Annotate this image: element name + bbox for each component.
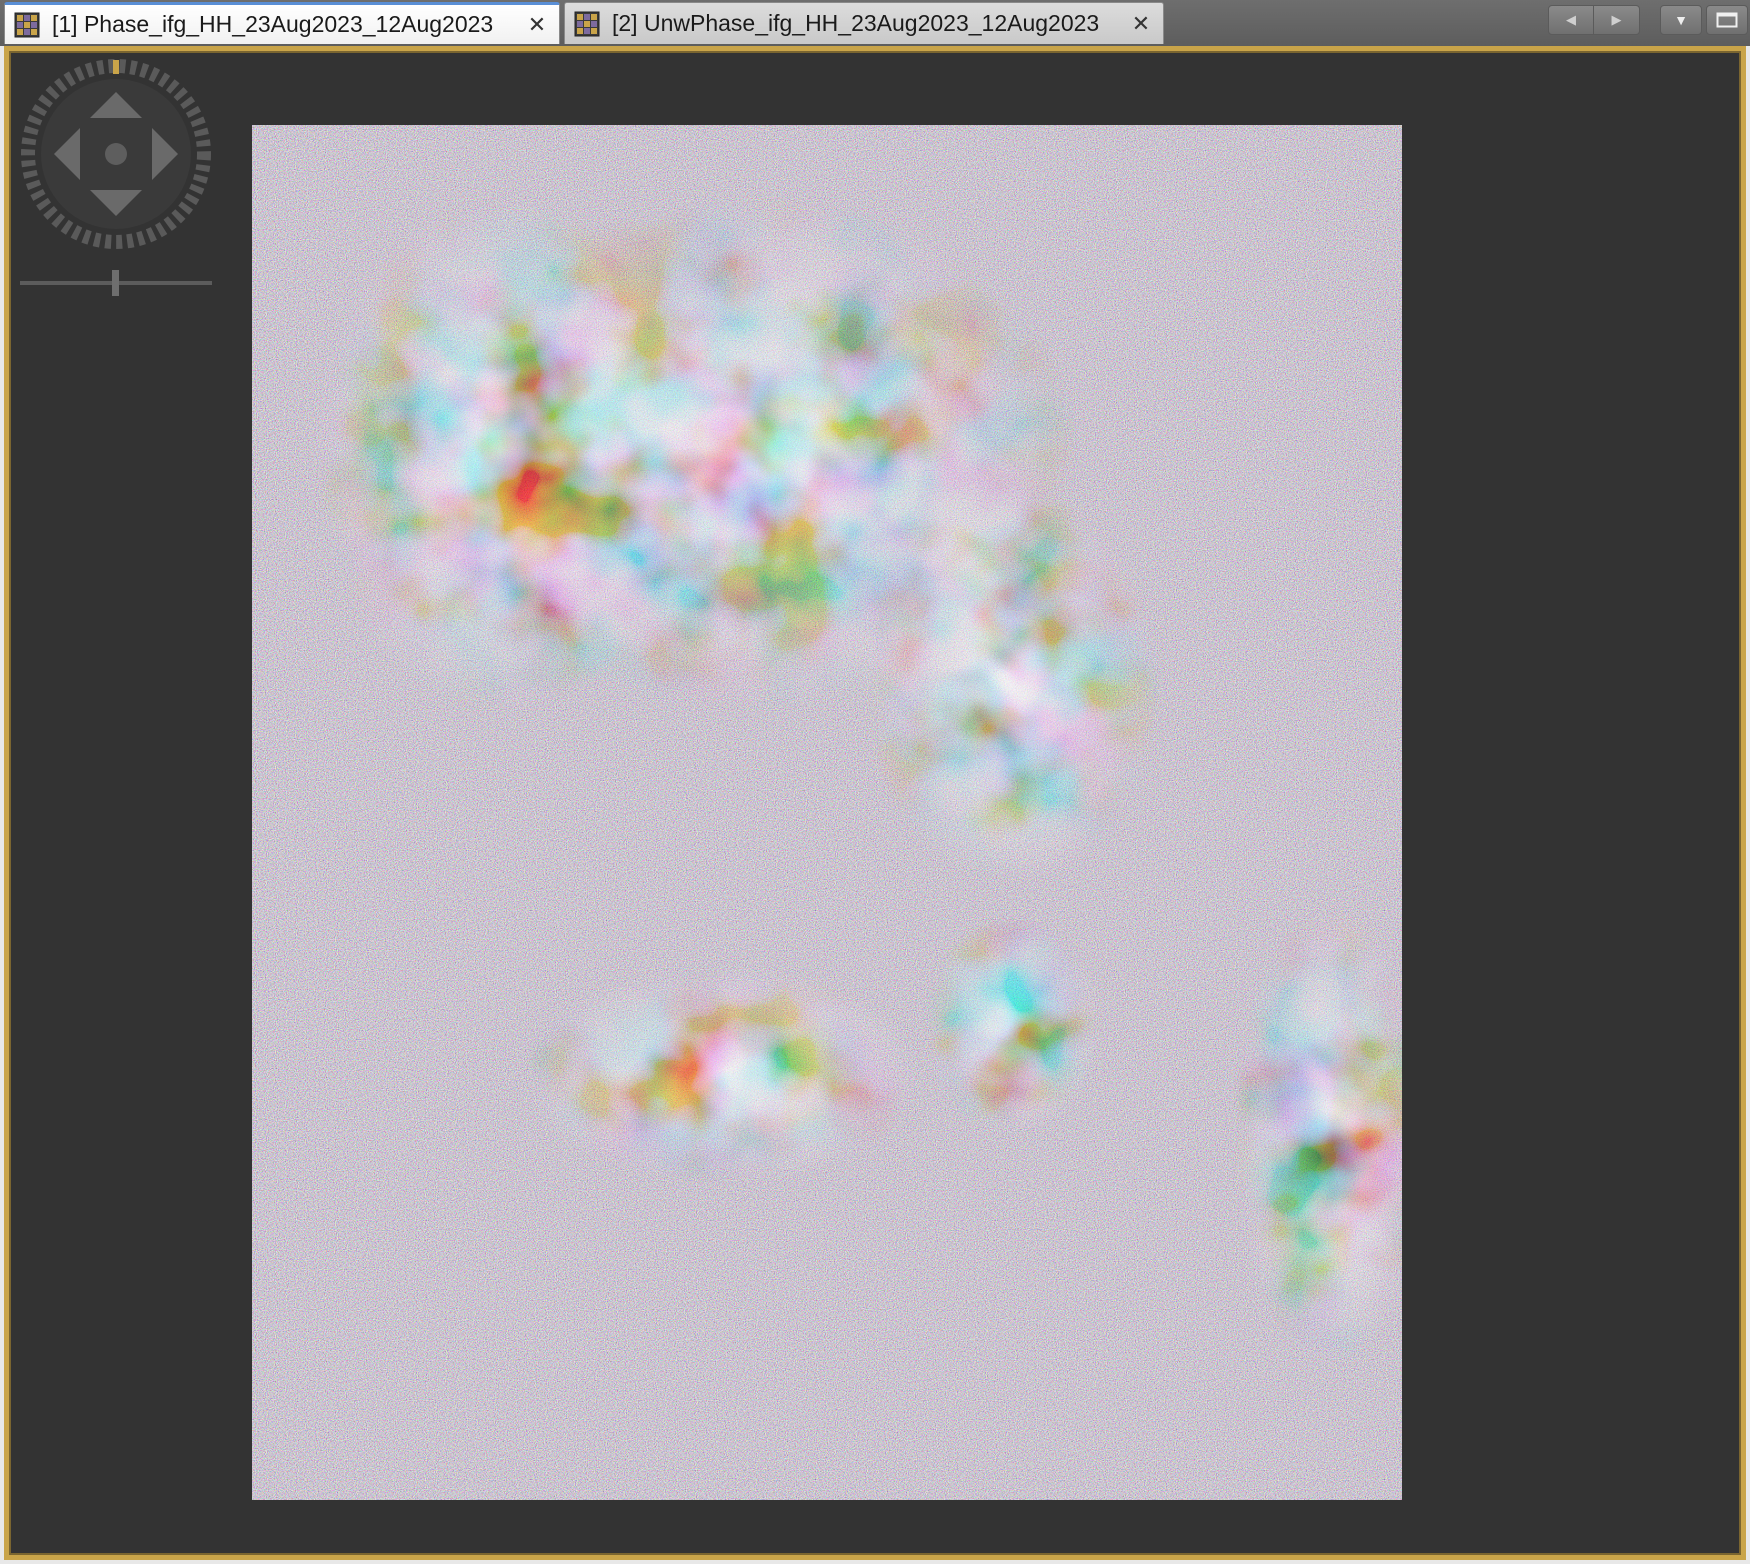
maximize-icon	[1716, 12, 1738, 28]
tab-list-dropdown-button[interactable]: ▼	[1660, 5, 1702, 35]
chevron-right-icon: ▶	[1611, 12, 1622, 27]
interferogram-image[interactable]	[252, 125, 1402, 1500]
tab-label: [2] UnwPhase_ifg_HH_23Aug2023_12Aug2023	[612, 10, 1100, 36]
chevron-left-icon: ◀	[1566, 12, 1576, 27]
raster-image-icon	[574, 11, 600, 36]
close-icon[interactable]: ✕	[523, 11, 551, 39]
maximize-window-button[interactable]	[1706, 5, 1748, 35]
scroll-tabs-left-button[interactable]: ◀	[1548, 5, 1594, 35]
tab-label: [1] Phase_ifg_HH_23Aug2023_12Aug2023	[52, 11, 494, 37]
tab-unwphase-ifg[interactable]: [2] UnwPhase_ifg_HH_23Aug2023_12Aug2023 …	[564, 2, 1164, 44]
pan-navigation-wheel[interactable]	[18, 56, 214, 252]
image-viewer[interactable]	[4, 46, 1746, 1560]
tab-scroll-buttons: ◀ ▶	[1548, 5, 1640, 35]
phase-raster	[252, 125, 1402, 1500]
scroll-tabs-right-button[interactable]: ▶	[1594, 5, 1640, 35]
close-icon[interactable]: ✕	[1127, 10, 1155, 38]
document-tab-bar: [1] Phase_ifg_HH_23Aug2023_12Aug2023 ✕ […	[0, 0, 1750, 46]
chevron-down-icon: ▼	[1674, 12, 1688, 28]
tab-phase-ifg[interactable]: [1] Phase_ifg_HH_23Aug2023_12Aug2023 ✕	[4, 2, 560, 44]
zoom-slider[interactable]	[18, 268, 214, 298]
raster-image-icon	[14, 12, 40, 37]
